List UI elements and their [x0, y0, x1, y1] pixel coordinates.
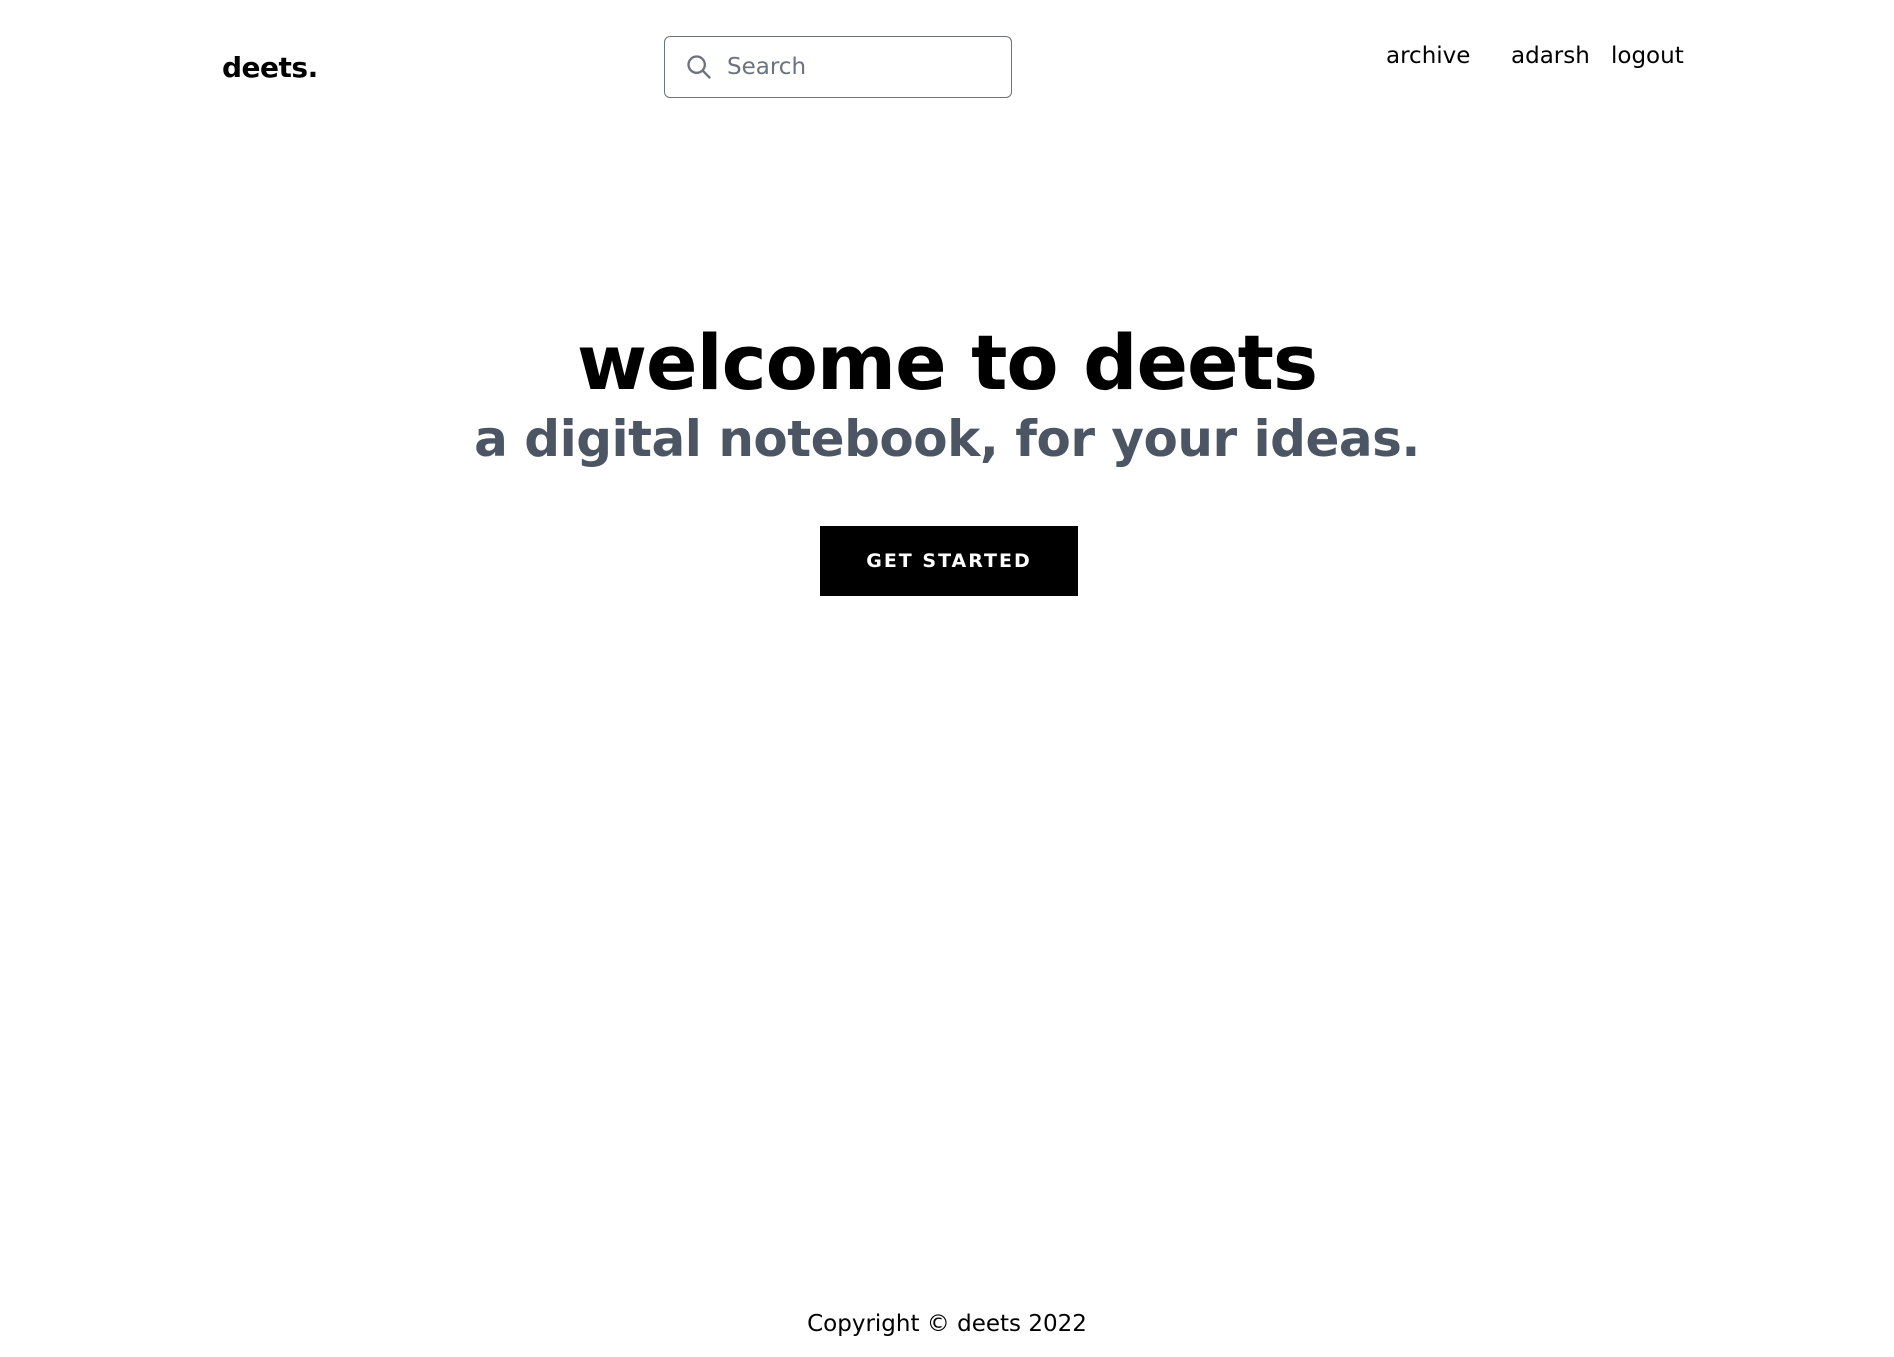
search-input[interactable] — [727, 54, 987, 80]
hero-section: welcome to deets a digital notebook, for… — [0, 318, 1894, 470]
search-icon — [683, 51, 715, 83]
nav-archive-link[interactable]: archive — [1386, 40, 1470, 72]
nav-user-link[interactable]: adarsh — [1511, 40, 1590, 72]
hero-subtitle: a digital notebook, for your ideas. — [474, 410, 1420, 468]
get-started-button[interactable]: GET STARTED — [820, 526, 1078, 596]
nav-logout-link[interactable]: logout — [1611, 40, 1684, 72]
hero-title: welcome to deets — [576, 318, 1318, 407]
search-box[interactable] — [664, 36, 1012, 98]
footer-copyright: Copyright © deets 2022 — [807, 1311, 1087, 1337]
logo[interactable]: deets. — [222, 48, 318, 88]
